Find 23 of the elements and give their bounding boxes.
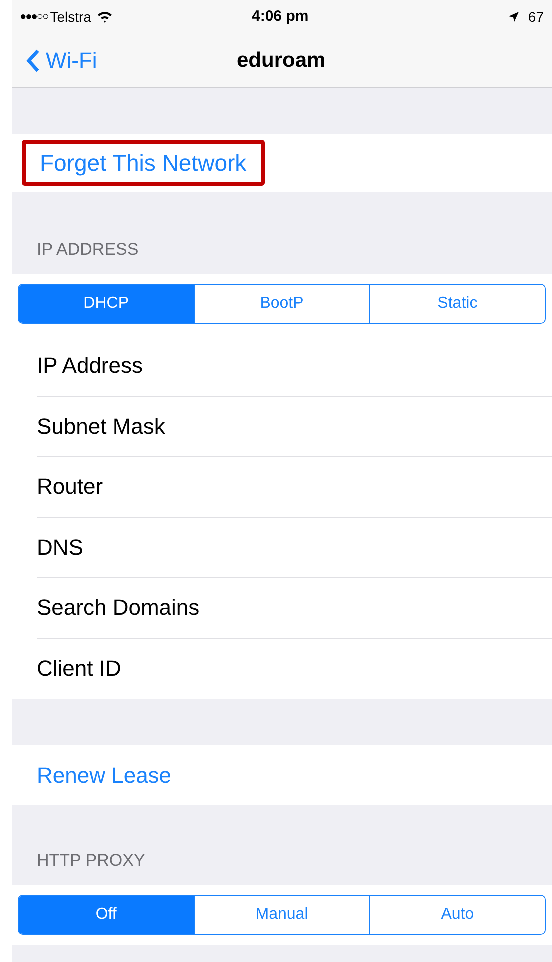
segment-tab[interactable]: Off <box>19 896 194 934</box>
segment-tab[interactable]: Auto <box>369 896 545 934</box>
row-label: DNS <box>37 534 84 562</box>
forget-network-button[interactable]: Forget This Network <box>22 140 265 186</box>
row-label: Router <box>37 473 104 502</box>
row-label: Client ID <box>37 655 122 684</box>
segment-tab[interactable]: Static <box>369 285 545 323</box>
row-label: Search Domains <box>37 594 200 622</box>
nav-title: eduroam <box>237 48 326 74</box>
section-header: IP ADDRESS <box>37 238 139 260</box>
section-header: HTTP PROXY <box>37 850 146 872</box>
wifi-icon <box>97 11 114 23</box>
back-button[interactable]: Wi-Fi <box>26 44 98 77</box>
chevron-left-icon <box>26 48 40 72</box>
row-label: IP Address <box>37 352 143 380</box>
battery-percent: 67 <box>528 8 544 26</box>
segment-tab[interactable]: DHCP <box>19 285 194 323</box>
signal-dots: ●●●○○ <box>20 10 48 25</box>
status-time: 4:06 pm <box>252 6 309 27</box>
renew-lease-button[interactable]: Renew Lease <box>37 758 172 792</box>
row-label: Subnet Mask <box>37 412 166 441</box>
carrier-name: Telstra <box>50 8 92 26</box>
location-arrow-icon <box>508 11 520 23</box>
